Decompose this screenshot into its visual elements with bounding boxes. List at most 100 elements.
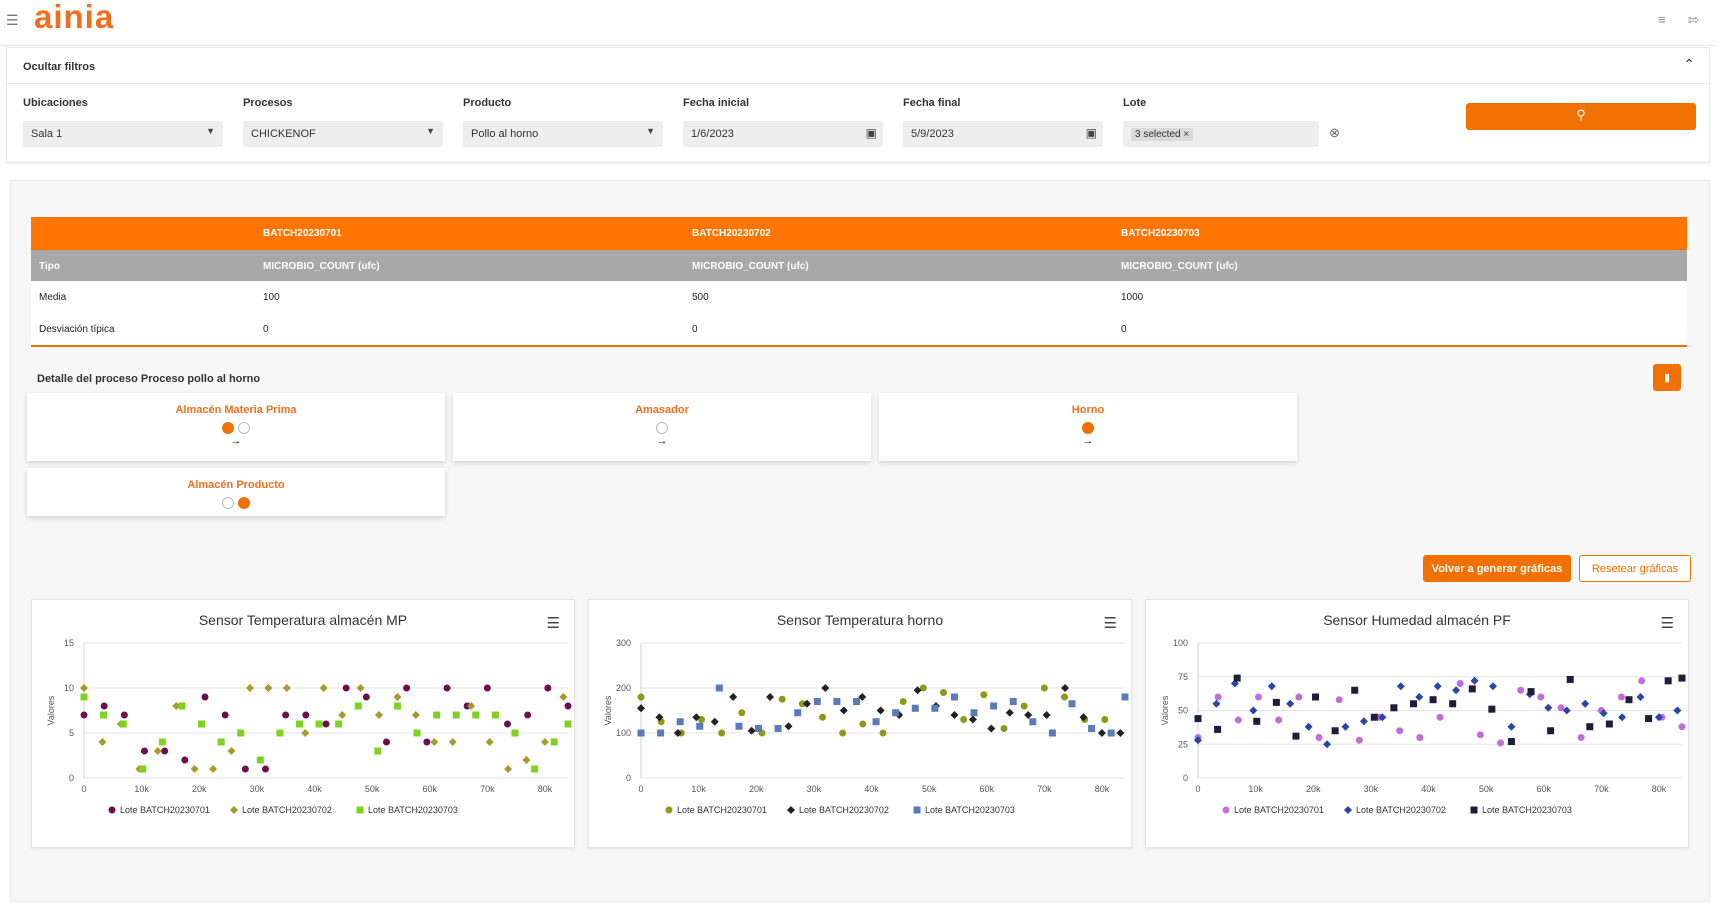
data-point xyxy=(1048,729,1056,737)
pdf-export-button[interactable]: ▮ xyxy=(1653,364,1681,391)
stage-dots xyxy=(879,422,1297,434)
data-point xyxy=(411,711,420,719)
batch-dot-inactive[interactable] xyxy=(238,422,250,434)
data-point xyxy=(1638,677,1646,685)
list-icon[interactable]: ≡ xyxy=(1658,12,1666,27)
producto-select[interactable]: Pollo al horno ▼ xyxy=(463,121,663,147)
data-point xyxy=(393,702,401,710)
chevron-down-icon[interactable]: ▼ xyxy=(206,126,215,136)
reset-charts-button[interactable]: Resetear gráficas xyxy=(1579,555,1691,582)
batch-dot-inactive[interactable] xyxy=(656,422,668,434)
legend-marker xyxy=(356,806,364,814)
data-point xyxy=(1436,713,1444,721)
filters-header[interactable]: Ocultar filtros ⌃ xyxy=(7,48,1709,84)
data-point xyxy=(1212,699,1221,708)
data-point xyxy=(1359,717,1368,726)
cell: 0 xyxy=(692,324,698,335)
logout-icon[interactable]: ⇰ xyxy=(1688,12,1699,28)
stage-card-almacen-producto[interactable]: Almacén Producto xyxy=(27,468,445,516)
data-point xyxy=(1456,680,1464,687)
data-point xyxy=(738,709,746,717)
cell: 500 xyxy=(692,292,709,303)
y-tick-label: 200 xyxy=(616,683,631,693)
arrow-right-icon: → xyxy=(230,435,242,447)
data-point xyxy=(342,684,350,692)
close-icon[interactable]: × xyxy=(1183,129,1189,140)
fecha-final-input[interactable]: 5/9/2023 ▣ xyxy=(903,121,1103,147)
chevron-down-icon[interactable]: ▼ xyxy=(646,126,655,136)
calendar-icon[interactable]: ▣ xyxy=(1086,126,1097,140)
data-point xyxy=(839,729,847,737)
chevron-up-icon[interactable]: ⌃ xyxy=(1683,56,1695,73)
data-point xyxy=(198,720,206,728)
data-point xyxy=(813,698,821,705)
ubicaciones-select[interactable]: Sala 1 ▼ xyxy=(23,121,223,147)
data-point xyxy=(1390,704,1398,712)
chevron-down-icon[interactable]: ▼ xyxy=(426,126,435,136)
lote-tag-label: 3 selected xyxy=(1135,129,1181,140)
lote-tag[interactable]: 3 selected × xyxy=(1131,128,1194,141)
calendar-icon[interactable]: ▣ xyxy=(866,126,877,140)
legend-marker xyxy=(108,806,116,814)
stage-card-almacen-mp[interactable]: Almacén Materia Prima → xyxy=(27,393,445,461)
y-tick-label: 100 xyxy=(616,728,631,738)
batch-dot-active[interactable] xyxy=(222,422,234,434)
procesos-value: CHICKENOF xyxy=(251,128,316,140)
data-point xyxy=(1625,696,1633,704)
data-point xyxy=(1370,713,1378,721)
data-point xyxy=(190,765,199,773)
data-point xyxy=(1452,686,1461,695)
data-point xyxy=(794,709,802,717)
batch-dot-inactive[interactable] xyxy=(222,497,234,509)
hamburger-icon[interactable]: ☰ xyxy=(6,12,19,29)
data-point xyxy=(1468,685,1476,693)
data-point xyxy=(1470,676,1479,685)
data-point xyxy=(1488,705,1496,713)
fecha-inicial-input[interactable]: 1/6/2023 ▣ xyxy=(683,121,883,147)
data-point xyxy=(1605,720,1613,728)
data-point xyxy=(80,711,88,719)
legend-marker xyxy=(787,806,795,814)
toggle-filters-label[interactable]: Ocultar filtros xyxy=(23,61,95,73)
producto-label: Producto xyxy=(463,97,512,109)
data-point xyxy=(245,684,254,692)
batch-dot-active[interactable] xyxy=(238,497,250,509)
data-point xyxy=(338,711,347,719)
x-tick-label: 80k xyxy=(538,784,553,794)
stage-card-horno[interactable]: Horno → xyxy=(879,393,1297,461)
summary-table: BATCH20230701 BATCH20230702 BATCH2023070… xyxy=(31,217,1687,347)
data-point xyxy=(715,684,723,692)
regenerate-charts-button[interactable]: Volver a generar gráficas xyxy=(1423,555,1571,582)
stage-card-amasador[interactable]: Amasador → xyxy=(453,393,871,461)
data-point xyxy=(158,738,166,746)
procesos-select[interactable]: CHICKENOF ▼ xyxy=(243,121,443,147)
data-point xyxy=(276,729,284,737)
procesos-label: Procesos xyxy=(243,97,293,109)
app-logo: ainia xyxy=(34,0,115,35)
data-point xyxy=(821,684,830,692)
x-tick-label: 40k xyxy=(864,784,879,794)
data-point xyxy=(161,747,169,755)
data-point xyxy=(1088,725,1096,732)
arrow-right-icon: → xyxy=(656,435,668,447)
x-tick-label: 0 xyxy=(81,784,86,794)
data-point xyxy=(1331,727,1339,735)
data-point xyxy=(403,684,411,692)
data-point xyxy=(696,722,704,730)
batch-dot-active[interactable] xyxy=(1082,422,1094,434)
producto-value: Pollo al horno xyxy=(471,128,539,140)
data-point xyxy=(637,693,645,701)
data-point xyxy=(531,765,539,773)
clear-circle-icon[interactable]: ⊗ xyxy=(1329,125,1340,141)
x-tick-label: 10k xyxy=(691,784,706,794)
search-button[interactable]: ⚲ xyxy=(1466,103,1696,130)
lote-multiselect[interactable]: 3 selected × xyxy=(1123,121,1319,147)
data-point xyxy=(141,747,148,755)
data-point xyxy=(718,729,726,737)
data-point xyxy=(544,684,552,692)
x-tick-label: 70k xyxy=(480,784,495,794)
data-point xyxy=(1618,713,1627,722)
data-point xyxy=(876,706,885,715)
data-point xyxy=(504,765,513,773)
data-point xyxy=(362,693,370,701)
